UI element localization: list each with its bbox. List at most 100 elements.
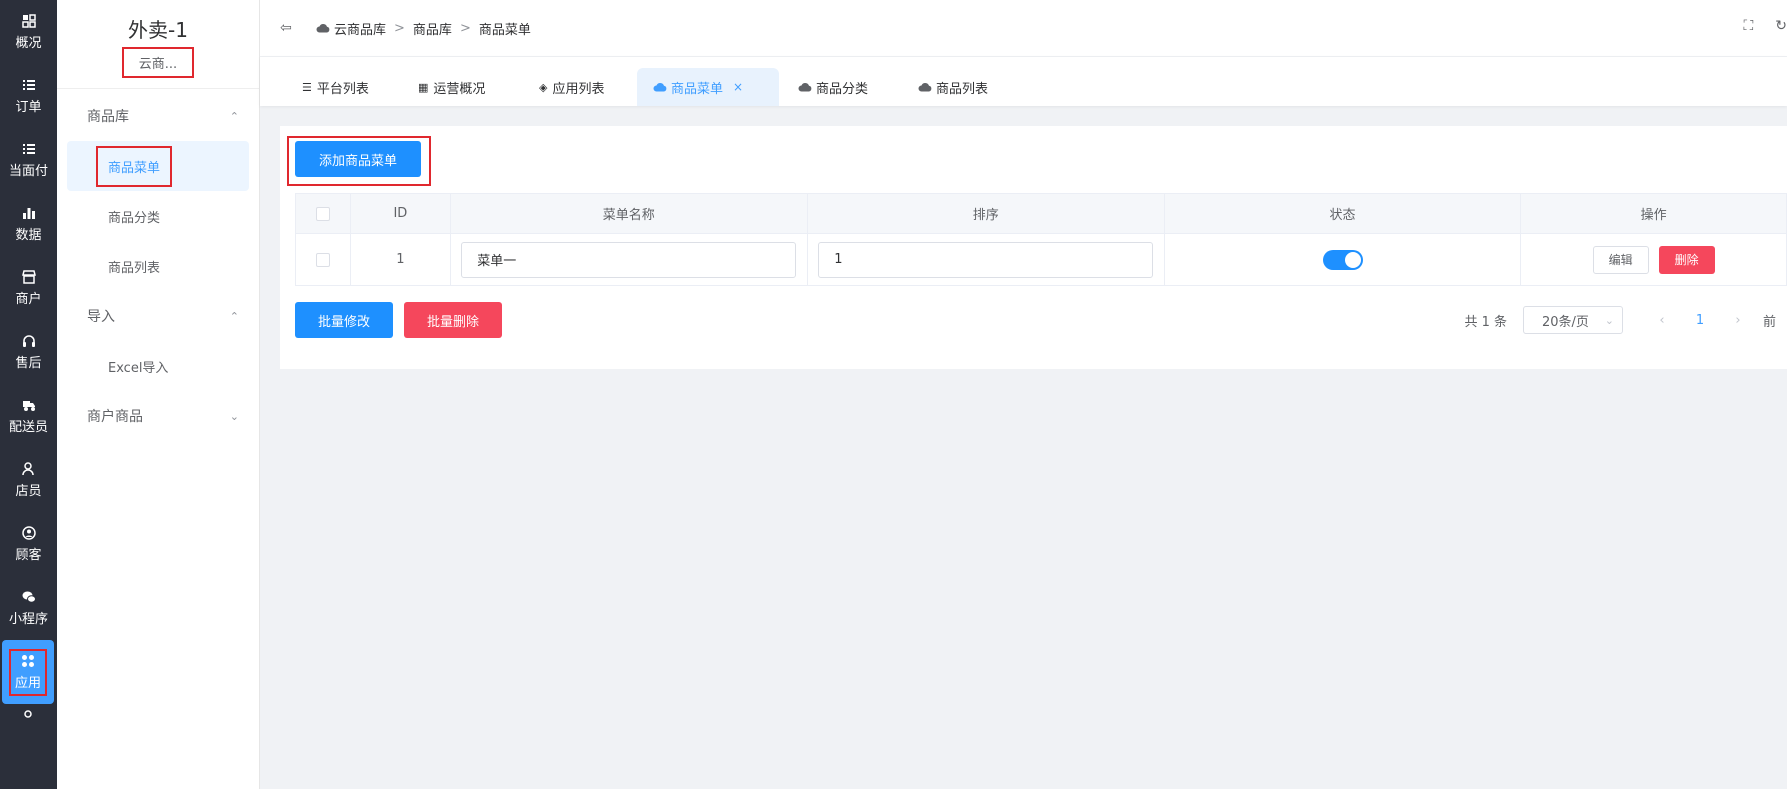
tab-operation-overview[interactable]: ▦ 运营概况 [402,68,501,106]
nav-courier-label: 配送员 [8,419,48,435]
menu-name-input[interactable]: 菜单一 [461,241,797,278]
row-actions-cell: 编辑 删除 [1520,233,1787,286]
tab-label: 商品菜单 [671,81,724,97]
nav-staff[interactable]: 店员 [0,448,57,512]
breadcrumb-item[interactable]: 云商品库 [334,19,386,38]
dashboard-icon: ▦ [418,80,429,94]
page-number[interactable]: 1 [1681,313,1719,328]
nav-miniprogram[interactable]: 小程序 [0,576,57,640]
batch-edit-button[interactable]: 批量修改 [295,302,393,338]
menu-item-product-list[interactable]: 商品列表 [67,241,249,291]
sub-sidebar: 外卖-1 云商... 商品库 ⌃ 商品菜单 商品分类 商品列表 导入 ⌃ Exc… [57,0,260,789]
nav-apps[interactable]: 应用 [2,640,54,704]
menu-group-merchant-products[interactable]: 商户商品 ⌄ [57,391,259,441]
icon-sidebar: 概况 订单 当面付 数据 商户 售后 配送员 店员 顾客 小程序 应用 [0,0,57,789]
row-status-cell [1163,233,1522,286]
cloud-icon [918,83,932,92]
chevron-down-icon: ⌄ [1604,313,1614,327]
nav-facepay[interactable]: 当面付 [0,128,57,192]
delete-button[interactable]: 删除 [1658,245,1715,274]
collapse-menu-icon[interactable]: ⇦ [280,20,296,36]
nav-orders-label: 订单 [15,99,42,115]
nav-more[interactable] [0,704,57,734]
nav-aftersale-label: 售后 [15,355,42,371]
menu-group-label: 商品库 [87,109,129,125]
header-actions: ⛶ ↻ [1743,18,1787,34]
column-header: 菜单名称 [449,193,808,234]
tab-product-category[interactable]: 商品分类 [782,68,884,106]
tab-label: 平台列表 [316,81,369,97]
table-row: 1 菜单一 1 编辑 删除 [295,233,1787,286]
menu-group-import[interactable]: 导入 ⌃ [57,291,259,341]
chevron-down-icon: ⌄ [229,409,239,423]
headset-icon [22,334,35,347]
tab-label: 商品分类 [816,81,869,97]
nav-merchant[interactable]: 商户 [0,256,57,320]
nav-data[interactable]: 数据 [0,192,57,256]
tab-product-menu[interactable]: 商品菜单 × [637,68,779,106]
nav-customer[interactable]: 顾客 [0,512,57,576]
status-toggle[interactable] [1322,249,1363,270]
content-card: 添加商品菜单 ID 菜单名称 排序 状态 操作 1 菜单一 1 编辑 删除 批量… [280,126,1787,369]
total-count: 共 1 条 [1464,314,1507,330]
breadcrumb-separator: > [394,20,405,36]
menu-item-product-category[interactable]: 商品分类 [67,191,249,241]
menu-group-label: 商户商品 [87,409,143,425]
tab-label: 运营概况 [433,81,486,97]
menu-group-product-library[interactable]: 商品库 ⌃ [57,91,259,141]
breadcrumb-separator: > [459,20,471,36]
tab-label: 应用列表 [552,81,605,97]
pagination: 共 1 条 20条/页 ⌄ ‹ 1 › 前 [1464,302,1787,338]
apps-icon [21,654,34,667]
tab-platform-list[interactable]: ☰ 平台列表 [286,68,385,106]
nav-apps-highlight: 应用 [8,648,47,696]
tab-product-list[interactable]: 商品列表 [902,68,1004,106]
menu-item-product-menu[interactable]: 商品菜单 [67,141,249,191]
dashboard-icon [21,13,36,28]
store-subtitle[interactable]: 云商... [122,47,194,78]
fullscreen-icon[interactable]: ⛶ [1743,18,1753,34]
store-icon [21,269,36,284]
breadcrumb-item-current: 商品菜单 [478,22,531,38]
goto-label: 前 [1763,314,1777,330]
tab-bar: ☰ 平台列表 ▦ 运营概况 ◈ 应用列表 商品菜单 × 商品分类 商品列表 [260,57,1787,106]
tab-label: 商品列表 [936,81,989,97]
tab-app-list[interactable]: ◈ 应用列表 [523,68,620,106]
refresh-icon[interactable]: ↻ [1775,18,1787,34]
select-all-checkbox[interactable] [315,206,330,221]
nav-aftersale[interactable]: 售后 [0,320,57,384]
close-icon[interactable]: × [733,80,743,94]
user-settings-icon [23,710,32,718]
list-icon [22,79,35,90]
menu-item-label: 商品列表 [108,260,161,276]
menu-table: ID 菜单名称 排序 状态 操作 1 菜单一 1 编辑 删除 [295,193,1787,286]
edit-button[interactable]: 编辑 [1592,245,1649,274]
delivery-icon [22,400,35,411]
breadcrumb-item[interactable]: 商品库 [413,19,452,38]
add-menu-button[interactable]: 添加商品菜单 [295,141,421,177]
nav-data-label: 数据 [15,227,42,243]
menu-item-excel-import[interactable]: Excel导入 [67,341,249,391]
column-header: 排序 [806,193,1165,234]
row-checkbox[interactable] [315,252,330,267]
bar-chart-icon [22,207,35,219]
nav-overview[interactable]: 概况 [0,0,57,64]
next-page-icon[interactable]: › [1719,313,1757,328]
users-icon [21,461,34,475]
chevron-up-icon: ⌃ [229,309,239,323]
page-size-select[interactable]: 20条/页 ⌄ [1523,306,1623,334]
wechat-icon [22,591,36,603]
chevron-up-icon: ⌃ [229,109,239,123]
column-header: 状态 [1163,193,1522,234]
prev-page-icon[interactable]: ‹ [1643,313,1681,328]
row-name-cell: 菜单一 [449,233,808,286]
batch-delete-button[interactable]: 批量删除 [404,302,502,338]
menu-item-label: Excel导入 [108,360,169,376]
sort-input[interactable]: 1 [818,241,1154,278]
cloud-icon [653,83,667,92]
menu-group-label: 导入 [87,309,115,325]
cloud-icon [798,83,812,92]
nav-orders[interactable]: 订单 [0,64,57,128]
nav-courier[interactable]: 配送员 [0,384,57,448]
top-header: ⇦ 云商品库 > 商品库 > 商品菜单 ⛶ ↻ [260,0,1787,57]
